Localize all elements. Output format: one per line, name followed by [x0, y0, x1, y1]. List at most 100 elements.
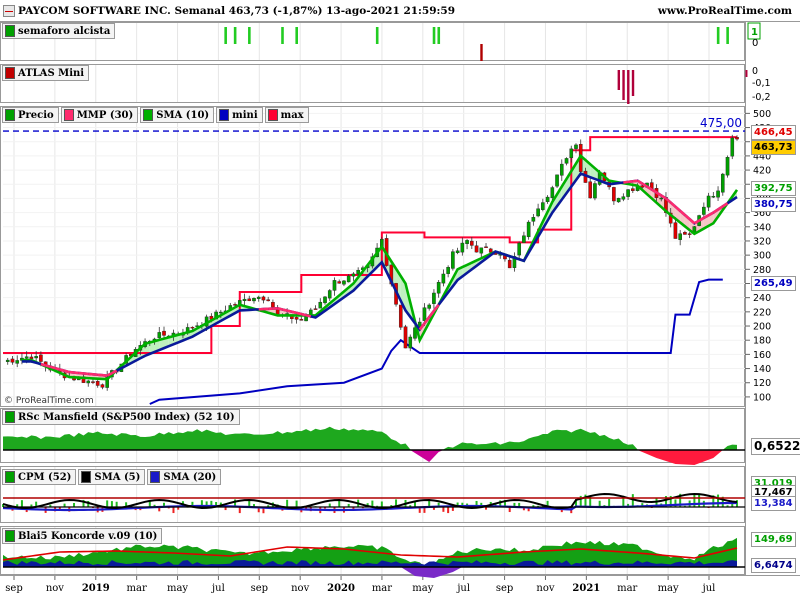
candle-body [725, 157, 730, 176]
candle-body [588, 181, 592, 199]
x-tick-label: sep [496, 583, 513, 594]
legend-precio-label: Precio [18, 109, 54, 121]
atlas-bar [745, 70, 748, 77]
x-tick-label: may [658, 583, 679, 594]
candle-body [631, 188, 635, 191]
legend-cpm-sma20[interactable]: SMA (20) [147, 469, 222, 485]
semaforo-bar [437, 27, 441, 44]
semaforo-bar [375, 27, 379, 44]
tag-sma10-value: 392,75 [751, 181, 796, 196]
rsc-swatch-icon [5, 411, 15, 423]
candle-body [351, 273, 356, 277]
x-tick-label: 2019 [82, 583, 110, 594]
tag-mmp-value: 380,75 [751, 197, 796, 212]
x-tick-label: sep [251, 583, 268, 594]
candle-body [507, 259, 512, 269]
legend-cpm-label: CPM (52) [18, 471, 72, 483]
cpm-bar [286, 499, 289, 507]
cpm-bar [338, 500, 341, 507]
cpm-bar [115, 501, 118, 507]
atlas-bar [631, 70, 635, 96]
candle-body [545, 196, 550, 202]
candle-body [86, 380, 91, 384]
mmp30-line-segment [305, 313, 312, 318]
legend-semaforo[interactable]: semaforo alcista [2, 23, 116, 39]
candle-body [612, 187, 616, 202]
y-tick-label: 160 [753, 350, 771, 361]
x-tick-label: mar [372, 583, 392, 594]
legend-cpm-sma5[interactable]: SMA (5) [78, 469, 146, 485]
candle-body [683, 232, 687, 235]
candle-body [626, 189, 630, 197]
cpm-bar [106, 500, 109, 507]
mmp30-line-segment [291, 310, 297, 315]
candle-body [569, 148, 574, 159]
tag-blai-value: 149,69 [751, 532, 796, 547]
header-bar: PAYCOM SOFTWARE INC. Semanal 463,73 (-1,… [0, 0, 800, 22]
legend-rsc[interactable]: RSc Mansfield (S&P500 Index) (52 10) [2, 409, 240, 425]
legend-precio[interactable]: Precio [2, 107, 59, 123]
candle-body [706, 195, 711, 208]
candle-body [294, 317, 299, 320]
tag-last-price: 463,73 [751, 140, 796, 155]
legend-blai[interactable]: Blai5 Koncorde v.09 (10) [2, 528, 163, 544]
cpm-bar [295, 500, 298, 507]
candle-body [711, 195, 716, 198]
site-url[interactable]: www.ProRealTime.com [658, 5, 792, 17]
semaforo-bar [233, 27, 237, 44]
candle-body [327, 290, 332, 299]
candle-body [398, 304, 403, 328]
candle-body [550, 187, 555, 199]
atlas-bar [617, 70, 621, 90]
x-tick-label: nov [46, 583, 64, 594]
legend-max[interactable]: max [264, 107, 309, 123]
candle-body [522, 235, 526, 243]
atlas-bar [622, 70, 625, 100]
legend-cpm[interactable]: CPM (52) [2, 469, 77, 485]
candle-body [233, 304, 237, 306]
atlas-scale-label: -0,1 [752, 78, 771, 89]
candle-body [730, 137, 735, 157]
candle-body [256, 296, 261, 299]
cpm-bar [380, 501, 383, 507]
cpm-sma20-swatch-icon [150, 471, 161, 483]
mmp30-line-segment [50, 365, 56, 370]
y-tick-label: 500 [753, 109, 771, 120]
tag-rsc-value: 0,6522 [751, 438, 800, 455]
chart-title: PAYCOM SOFTWARE INC. Semanal 463,73 (-1,… [18, 5, 456, 17]
candle-body [436, 281, 441, 294]
candle-body [455, 250, 460, 254]
semaforo-neg-bar [480, 44, 483, 61]
semaforo-bar [726, 27, 729, 44]
cpm-sma5-swatch-icon [81, 471, 92, 483]
candle-body [517, 242, 521, 256]
candle-body [271, 302, 275, 308]
candle-body [559, 163, 564, 176]
candle-body [219, 311, 223, 314]
legend-mini[interactable]: mini [216, 107, 263, 123]
candle-body [10, 358, 15, 363]
legend-atlas[interactable]: ATLAS Mini [2, 65, 90, 81]
candle-body [422, 307, 427, 321]
legend-mmp[interactable]: MMP (30) [60, 107, 139, 123]
y-tick-label: 120 [753, 378, 771, 389]
semaforo-bar [248, 27, 251, 44]
mmp30-line-segment [301, 312, 307, 317]
candle-body [162, 330, 166, 336]
candle-body [640, 185, 645, 188]
candle-body [304, 316, 308, 322]
legend-mini-label: mini [232, 109, 258, 121]
legend-sma10[interactable]: SMA (10) [140, 107, 215, 123]
semaforo-bar [224, 27, 227, 44]
candle-body [403, 326, 408, 349]
mmp-swatch-icon [63, 109, 74, 121]
candle-body [541, 202, 545, 210]
cpm-bar [693, 494, 696, 507]
candle-body [432, 292, 436, 304]
window-menu-icon[interactable] [3, 5, 15, 17]
candle-body [15, 360, 20, 364]
candle-body [95, 380, 100, 386]
x-tick-label: sep [5, 583, 22, 594]
legend-cpm-sma5-label: SMA (5) [94, 471, 141, 483]
candle-body [716, 190, 720, 198]
